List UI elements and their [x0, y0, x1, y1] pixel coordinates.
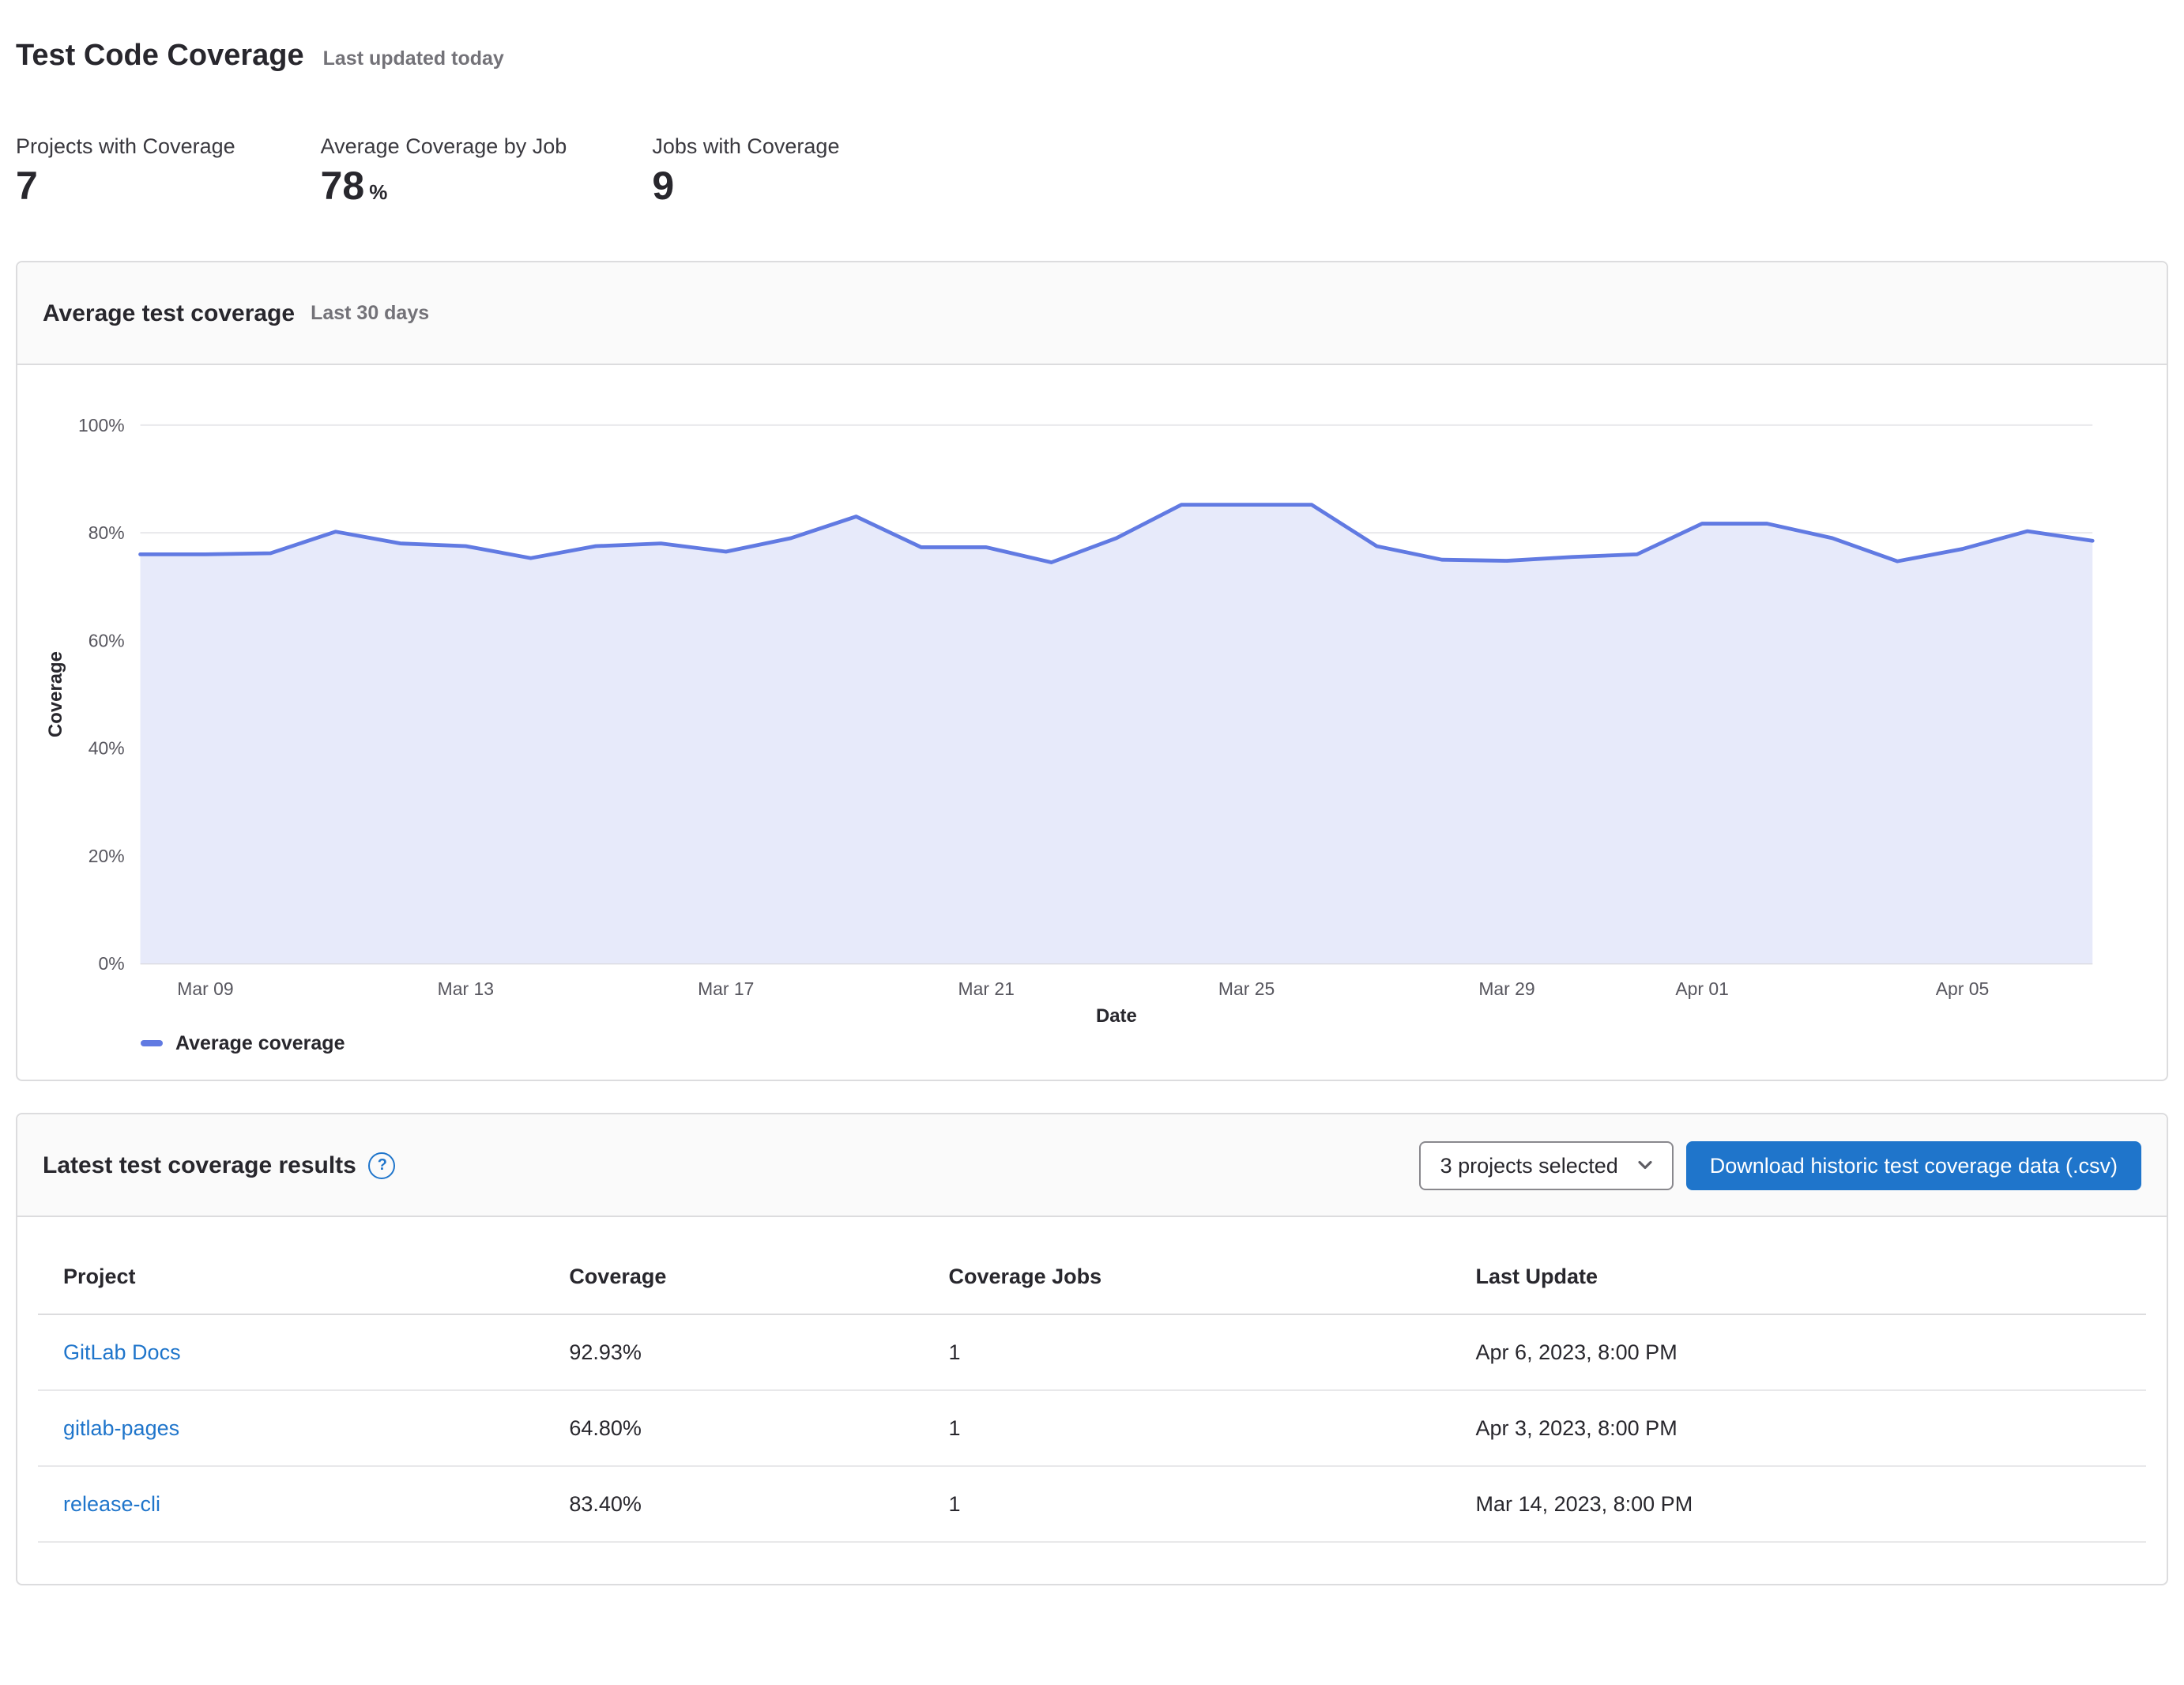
last-updated-text: Last updated today: [323, 47, 504, 70]
coverage-jobs-cell: 1: [924, 1391, 1451, 1467]
svg-text:40%: 40%: [88, 738, 125, 759]
column-header-project: Project: [38, 1240, 544, 1315]
svg-text:20%: 20%: [88, 846, 125, 866]
chart-card-title: Average test coverage: [43, 300, 295, 326]
svg-text:60%: 60%: [88, 630, 125, 650]
coverage-jobs-cell: 1: [924, 1315, 1451, 1391]
project-link[interactable]: gitlab-pages: [63, 1417, 179, 1441]
test-code-coverage-page: Test Code Coverage Last updated today Pr…: [0, 0, 2184, 1586]
project-cell: gitlab-pages: [38, 1391, 544, 1467]
chevron-down-icon: [1634, 1155, 1656, 1177]
stat-number: 7: [16, 164, 38, 210]
svg-text:Coverage: Coverage: [45, 651, 66, 737]
table-row: gitlab-pages 64.80% 1 Apr 3, 2023, 8:00 …: [38, 1391, 2146, 1467]
results-controls: 3 projects selected Download historic te…: [1420, 1141, 2141, 1190]
project-cell: release-cli: [38, 1467, 544, 1543]
svg-text:Mar 25: Mar 25: [1218, 978, 1275, 999]
stat-jobs-with-coverage: Jobs with Coverage 9: [652, 134, 839, 210]
column-header-coverage-jobs: Coverage Jobs: [924, 1240, 1451, 1315]
coverage-cell: 83.40%: [544, 1467, 923, 1543]
legend-label: Average coverage: [175, 1033, 345, 1055]
legend-swatch: [141, 1041, 163, 1047]
stat-label: Average Coverage by Job: [321, 134, 567, 158]
column-header-coverage: Coverage: [544, 1240, 923, 1315]
coverage-area-chart[interactable]: 0% 20% 40% 60% 80% 100% Mar 09 Mar 13 Mar 17 Mar …: [43, 387, 2141, 1027]
summary-stats: Projects with Coverage 7 Average Coverag…: [16, 134, 2168, 210]
stat-label: Jobs with Coverage: [652, 134, 839, 158]
last-update-cell: Apr 3, 2023, 8:00 PM: [1451, 1391, 2146, 1467]
page-title: Test Code Coverage: [16, 40, 304, 74]
svg-text:Mar 13: Mar 13: [438, 978, 494, 999]
svg-text:Mar 17: Mar 17: [698, 978, 754, 999]
svg-text:Mar 29: Mar 29: [1478, 978, 1534, 999]
latest-results-card: Latest test coverage results ? 3 project…: [16, 1114, 2168, 1586]
coverage-cell: 92.93%: [544, 1315, 923, 1391]
table-row: GitLab Docs 92.93% 1 Apr 6, 2023, 8:00 P…: [38, 1315, 2146, 1391]
results-table: Project Coverage Coverage Jobs Last Upda…: [38, 1240, 2146, 1544]
svg-text:Mar 09: Mar 09: [177, 978, 233, 999]
stat-value: 7: [16, 164, 235, 210]
svg-text:Mar 21: Mar 21: [958, 978, 1015, 999]
results-card-title: Latest test coverage results: [43, 1152, 356, 1179]
chart-card-header: Average test coverage Last 30 days: [17, 262, 2167, 365]
svg-text:Apr 01: Apr 01: [1675, 978, 1729, 999]
results-table-wrap: Project Coverage Coverage Jobs Last Upda…: [17, 1218, 2167, 1585]
stat-number: 78: [321, 164, 365, 210]
svg-text:100%: 100%: [78, 415, 125, 435]
help-question-icon[interactable]: ?: [369, 1152, 396, 1179]
svg-text:Date: Date: [1096, 1005, 1137, 1027]
last-update-cell: Mar 14, 2023, 8:00 PM: [1451, 1467, 2146, 1543]
table-header-row: Project Coverage Coverage Jobs Last Upda…: [38, 1240, 2146, 1315]
stat-average-coverage-by-job: Average Coverage by Job 78 %: [321, 134, 567, 210]
stat-label: Projects with Coverage: [16, 134, 235, 158]
project-link[interactable]: GitLab Docs: [63, 1341, 181, 1365]
download-csv-button[interactable]: Download historic test coverage data (.c…: [1686, 1141, 2141, 1190]
table-row: release-cli 83.40% 1 Mar 14, 2023, 8:00 …: [38, 1467, 2146, 1543]
page-header: Test Code Coverage Last updated today: [16, 0, 2168, 74]
project-link[interactable]: release-cli: [63, 1493, 160, 1517]
column-header-last-update: Last Update: [1451, 1240, 2146, 1315]
chart-card-subtitle: Last 30 days: [311, 302, 429, 324]
average-coverage-card: Average test coverage Last 30 days 0% 20%…: [16, 261, 2168, 1082]
stat-value: 78 %: [321, 164, 567, 210]
coverage-jobs-cell: 1: [924, 1467, 1451, 1543]
stat-unit: %: [369, 180, 387, 204]
projects-filter-dropdown[interactable]: 3 projects selected: [1420, 1141, 1674, 1190]
chart-legend[interactable]: Average coverage: [141, 1033, 2141, 1055]
results-title-group: Latest test coverage results ?: [43, 1152, 396, 1179]
svg-text:0%: 0%: [99, 953, 125, 974]
coverage-cell: 64.80%: [544, 1391, 923, 1467]
stat-projects-with-coverage: Projects with Coverage 7: [16, 134, 235, 210]
last-update-cell: Apr 6, 2023, 8:00 PM: [1451, 1315, 2146, 1391]
project-cell: GitLab Docs: [38, 1315, 544, 1391]
svg-text:80%: 80%: [88, 522, 125, 543]
stat-number: 9: [652, 164, 674, 210]
projects-filter-value: 3 projects selected: [1440, 1154, 1618, 1178]
results-card-header: Latest test coverage results ? 3 project…: [17, 1115, 2167, 1218]
chart-card-body: 0% 20% 40% 60% 80% 100% Mar 09 Mar 13 Mar 17 Mar …: [17, 365, 2167, 1080]
stat-value: 9: [652, 164, 839, 210]
svg-text:Apr 05: Apr 05: [1936, 978, 1990, 999]
